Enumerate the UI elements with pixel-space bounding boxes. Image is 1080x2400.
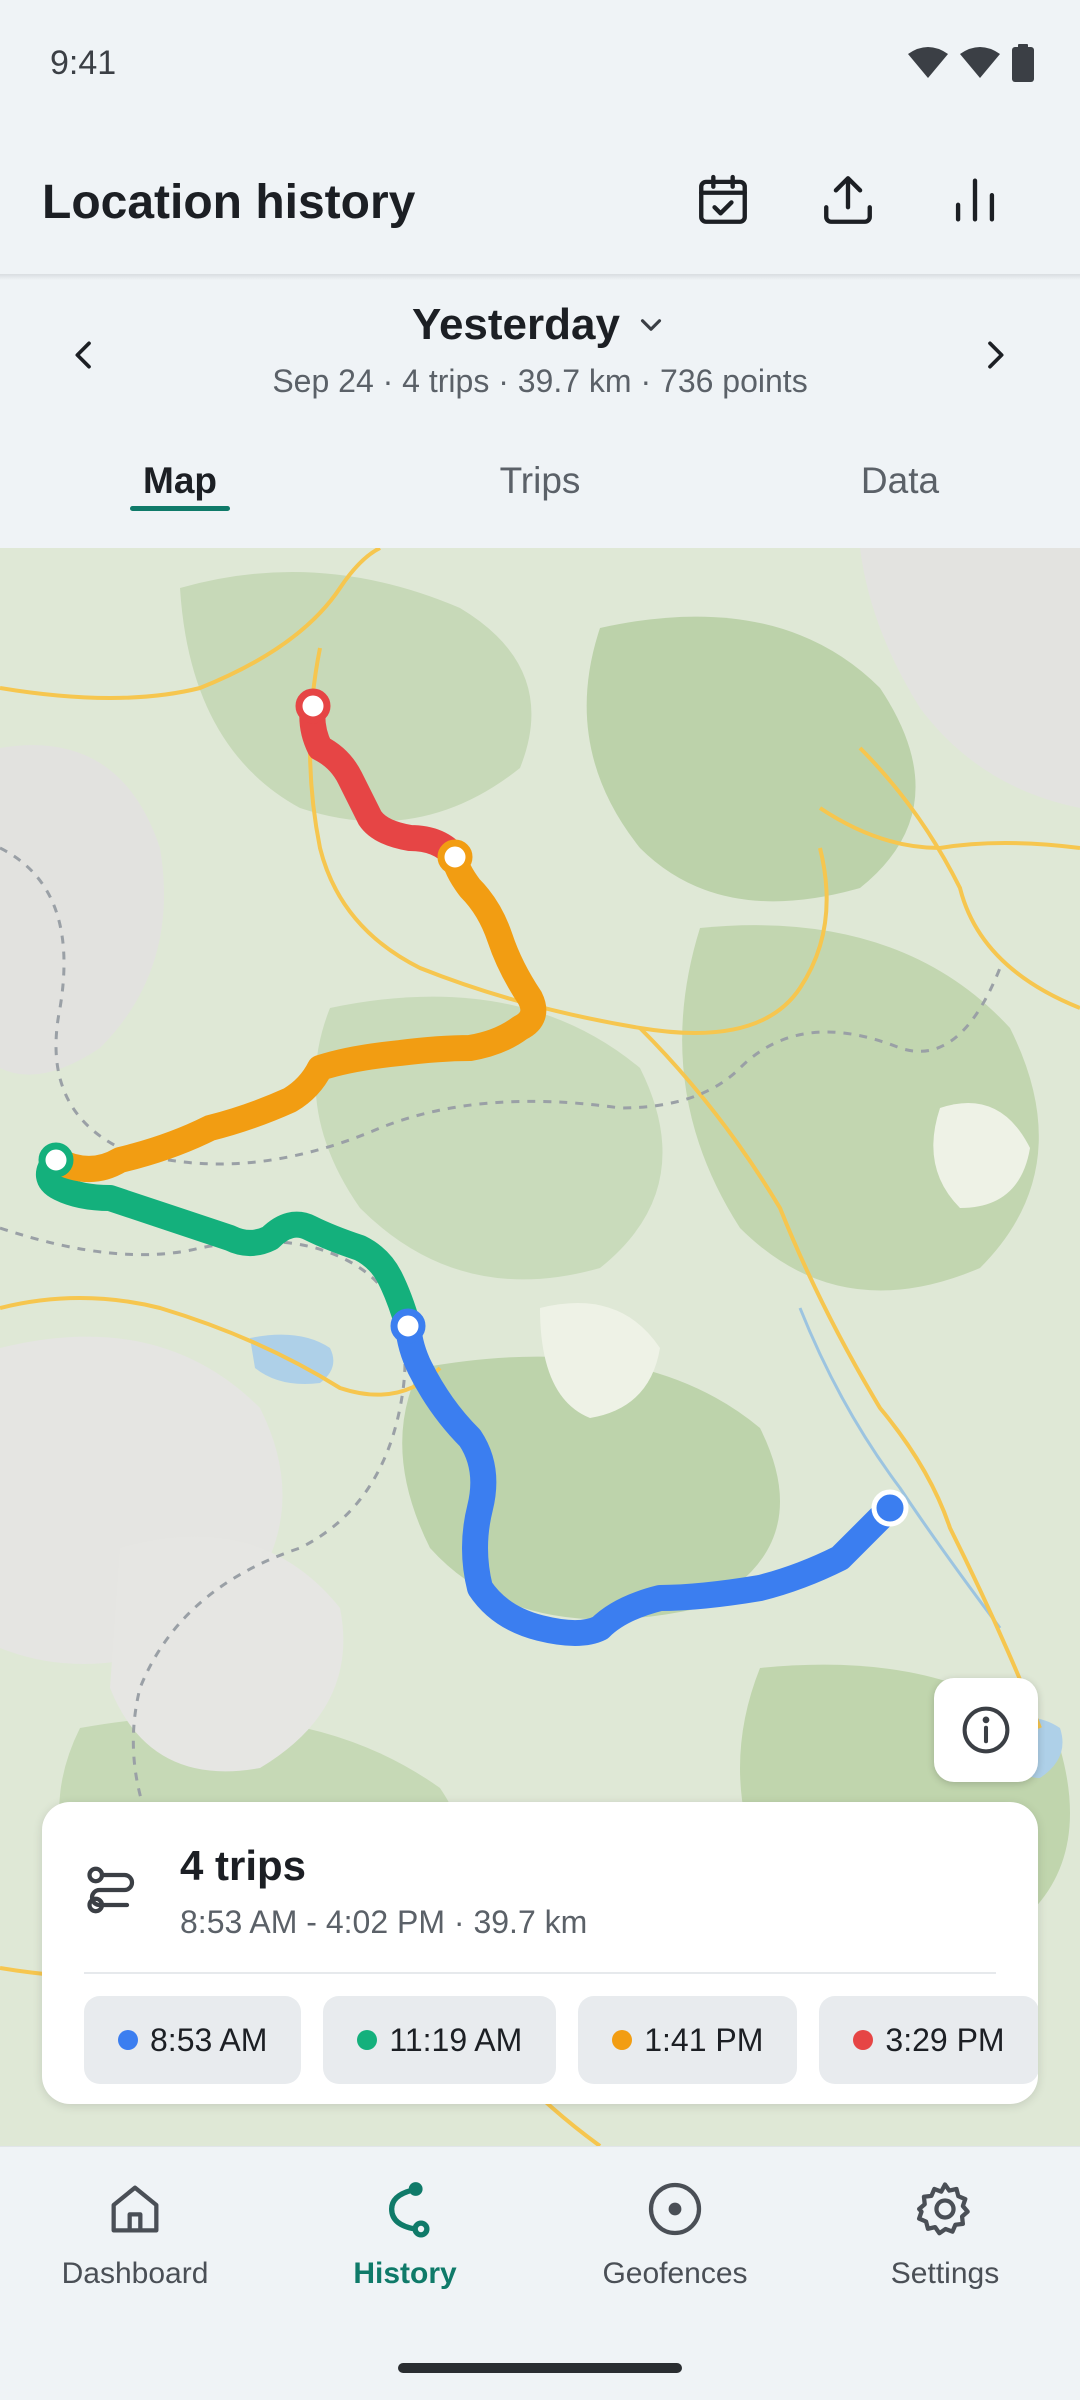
trip-chip-label: 8:53 AM bbox=[150, 2021, 268, 2058]
trip-track-orange bbox=[43, 844, 547, 1182]
home-icon bbox=[111, 2185, 159, 2233]
tab-map[interactable]: Map bbox=[90, 460, 270, 502]
trip-chip[interactable]: 3:29 PM bbox=[819, 1996, 1038, 2084]
trip-chip-label: 3:29 PM bbox=[885, 2021, 1005, 2058]
trip-chip[interactable]: 11:19 AM bbox=[323, 1996, 557, 2084]
wifi-icon bbox=[908, 47, 948, 78]
chevron-right-icon bbox=[988, 341, 1004, 369]
nav-label: Geofences bbox=[602, 2257, 748, 2290]
trip-marker-green bbox=[390, 1308, 426, 1344]
trip-chip[interactable]: 8:53 AM bbox=[84, 1996, 302, 2084]
date-title: Yesterday bbox=[412, 300, 620, 349]
trip-start-marker-blue bbox=[871, 1489, 909, 1527]
app-bar-divider bbox=[0, 274, 1080, 280]
calendar-button[interactable] bbox=[683, 160, 763, 240]
nav-item-geofences[interactable]: Geofences bbox=[540, 2177, 810, 2291]
date-summary: Sep 24 · 4 trips · 39.7 km · 736 points bbox=[272, 363, 808, 399]
page-title: Location history bbox=[42, 176, 416, 229]
nav-item-history[interactable]: History bbox=[270, 2177, 540, 2291]
active-tab-indicator bbox=[130, 506, 230, 511]
status-icons bbox=[908, 44, 1034, 82]
card-divider bbox=[84, 1972, 996, 1974]
trip-chip[interactable]: 1:41 PM bbox=[578, 1996, 798, 2084]
battery-icon bbox=[1012, 44, 1034, 82]
trip-color-dot bbox=[357, 2030, 378, 2050]
chevron-down-icon bbox=[640, 319, 662, 331]
trips-summary-card[interactable]: 4 trips 8:53 AM - 4:02 PM · 39.7 km 8:53… bbox=[42, 1802, 1038, 2104]
tab-data[interactable]: Data bbox=[810, 460, 990, 502]
trip-chip-label: 11:19 AM bbox=[389, 2021, 523, 2058]
map-info-button[interactable] bbox=[934, 1678, 1038, 1782]
upload-icon bbox=[824, 176, 872, 224]
nav-item-settings[interactable]: Settings bbox=[810, 2177, 1080, 2291]
trip-track-red bbox=[299, 693, 468, 870]
tab-trips[interactable]: Trips bbox=[450, 460, 630, 502]
app-bar: Location history bbox=[0, 130, 1080, 275]
trip-track-blue bbox=[395, 1313, 903, 1646]
trip-chip-row: 8:53 AM 11:19 AM 1:41 PM 3:29 PM bbox=[84, 1996, 1038, 2084]
trip-color-dot bbox=[853, 2030, 874, 2050]
trips-count: 4 trips bbox=[180, 1842, 307, 1889]
nav-label: Settings bbox=[890, 2257, 1000, 2290]
trip-chip-label: 1:41 PM bbox=[644, 2021, 764, 2058]
gear-icon bbox=[917, 2182, 970, 2236]
view-tabs: Map Trips Data bbox=[0, 440, 1080, 550]
date-selector[interactable]: Yesterday bbox=[0, 300, 1080, 350]
geofence-icon bbox=[648, 2182, 702, 2236]
history-route-icon bbox=[388, 2182, 430, 2238]
status-time: 9:41 bbox=[50, 44, 117, 82]
trip-marker-orange bbox=[38, 1142, 74, 1178]
bar-chart-icon bbox=[955, 178, 995, 222]
statistics-button[interactable] bbox=[935, 160, 1015, 240]
route-icon bbox=[87, 1866, 135, 1914]
bottom-navigation: Dashboard History Geofences Settings bbox=[0, 2146, 1080, 2400]
date-navigator: Yesterday Sep 24 · 4 trips · 39.7 km · 7… bbox=[0, 285, 1080, 415]
info-icon bbox=[962, 1706, 1010, 1754]
trip-end-marker bbox=[295, 688, 331, 724]
trip-marker-red bbox=[437, 839, 473, 875]
next-day-button[interactable] bbox=[955, 315, 1035, 395]
nav-label: History bbox=[353, 2257, 457, 2290]
nav-label: Dashboard bbox=[61, 2257, 209, 2290]
trip-track-green bbox=[36, 1147, 421, 1339]
trip-color-dot bbox=[612, 2030, 633, 2050]
export-button[interactable] bbox=[808, 160, 888, 240]
signal-icon bbox=[960, 47, 1000, 78]
trip-color-dot bbox=[118, 2030, 138, 2050]
trips-time-range: 8:53 AM - 4:02 PM · 39.7 km bbox=[180, 1904, 588, 1940]
calendar-check-icon bbox=[699, 174, 747, 224]
status-bar: 9:41 bbox=[0, 0, 1080, 130]
home-indicator[interactable] bbox=[398, 2363, 682, 2373]
nav-item-dashboard[interactable]: Dashboard bbox=[0, 2177, 270, 2291]
